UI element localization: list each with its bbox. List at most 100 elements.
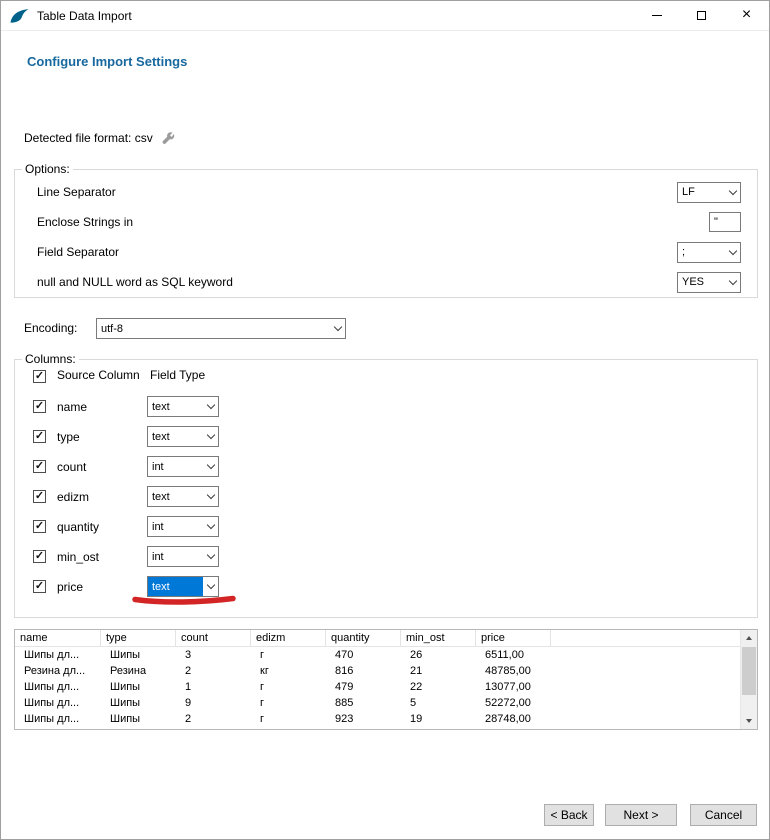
table-row: Шипы дл... Шипы 2 г 923 19 28748,00 xyxy=(15,711,757,727)
column-label: price xyxy=(57,572,83,602)
preview-cell: Шипы xyxy=(101,695,176,711)
checkmark-icon: ✓ xyxy=(35,431,44,442)
app-icon xyxy=(10,8,29,24)
preview-header-cell: name xyxy=(15,630,101,646)
line-separator-select[interactable]: LF xyxy=(677,182,741,203)
checkmark-icon: ✓ xyxy=(35,581,44,592)
checkmark-icon: ✓ xyxy=(35,401,44,412)
column-row-name: ✓ name text xyxy=(15,392,757,422)
checkmark-icon: ✓ xyxy=(35,551,44,562)
scroll-up-button[interactable] xyxy=(741,630,757,646)
preview-cell: 26 xyxy=(401,647,476,663)
column-row-quantity: ✓ quantity int xyxy=(15,512,757,542)
field-separator-row: Field Separator ; xyxy=(15,237,757,267)
preview-header-cell: quantity xyxy=(326,630,401,646)
column-label: quantity xyxy=(57,512,99,542)
next-button[interactable]: Next > xyxy=(605,804,677,826)
field-type-value: int xyxy=(148,517,203,536)
encoding-select[interactable]: utf-8 xyxy=(96,318,346,339)
close-button[interactable]: × xyxy=(724,1,769,30)
scroll-down-button[interactable] xyxy=(741,713,757,729)
field-type-select-quantity[interactable]: int xyxy=(147,516,219,537)
table-row: Шипы дл... Шипы 1 г 479 22 13077,00 xyxy=(15,679,757,695)
checkmark-icon: ✓ xyxy=(35,461,44,472)
line-separator-row: Line Separator LF xyxy=(15,177,757,207)
options-group: Options: Line Separator LF Enclose Strin… xyxy=(14,169,758,298)
null-keyword-row: null and NULL word as SQL keyword YES xyxy=(15,267,757,297)
column-label: min_ost xyxy=(57,542,99,572)
preview-cell: 3 xyxy=(176,647,251,663)
column-label: type xyxy=(57,422,80,452)
preview-cell: Шипы дл... xyxy=(15,647,101,663)
annotation-underline xyxy=(129,593,239,607)
minimize-icon xyxy=(652,15,662,16)
preview-cell: Шипы дл... xyxy=(15,711,101,727)
column-row-count: ✓ count int xyxy=(15,452,757,482)
preview-header-cell: edizm xyxy=(251,630,326,646)
field-separator-value: ; xyxy=(678,243,725,262)
preview-cell: 13077,00 xyxy=(476,679,551,695)
enclose-strings-input[interactable] xyxy=(709,212,741,232)
back-button[interactable]: < Back xyxy=(544,804,594,826)
null-keyword-label: null and NULL word as SQL keyword xyxy=(37,275,677,289)
preview-cell: Шипы xyxy=(101,679,176,695)
encoding-label: Encoding: xyxy=(24,318,96,339)
column-checkbox-quantity[interactable]: ✓ xyxy=(33,520,46,533)
preview-cell: 28748,00 xyxy=(476,711,551,727)
preview-cell: 2 xyxy=(176,663,251,679)
close-icon: × xyxy=(742,7,751,23)
chevron-down-icon xyxy=(203,397,218,416)
column-row-min-ost: ✓ min_ost int xyxy=(15,542,757,572)
preview-cell: 5 xyxy=(401,695,476,711)
enclose-strings-row: Enclose Strings in xyxy=(15,207,757,237)
line-separator-label: Line Separator xyxy=(37,185,677,199)
select-all-checkbox[interactable]: ✓ xyxy=(33,370,46,383)
field-type-select-count[interactable]: int xyxy=(147,456,219,477)
field-type-value: text xyxy=(148,397,203,416)
field-type-select-edizm[interactable]: text xyxy=(147,486,219,507)
wrench-icon[interactable] xyxy=(161,130,176,145)
column-checkbox-count[interactable]: ✓ xyxy=(33,460,46,473)
field-type-select-min-ost[interactable]: int xyxy=(147,546,219,567)
preview-cell: 21 xyxy=(401,663,476,679)
field-type-value: text xyxy=(148,487,203,506)
scrollbar-thumb[interactable] xyxy=(742,647,756,695)
preview-cell: 22 xyxy=(401,679,476,695)
maximize-button[interactable] xyxy=(679,1,724,30)
field-separator-select[interactable]: ; xyxy=(677,242,741,263)
preview-cell: 6511,00 xyxy=(476,647,551,663)
table-row: Шипы дл... Шипы 3 г 470 26 6511,00 xyxy=(15,647,757,663)
column-checkbox-type[interactable]: ✓ xyxy=(33,430,46,443)
chevron-down-icon xyxy=(203,487,218,506)
chevron-down-icon xyxy=(203,517,218,536)
chevron-down-icon xyxy=(725,243,740,262)
scrollbar[interactable] xyxy=(740,630,757,729)
cancel-button[interactable]: Cancel xyxy=(690,804,757,826)
chevron-down-icon xyxy=(725,273,740,292)
preview-cell: г xyxy=(251,695,326,711)
column-checkbox-min-ost[interactable]: ✓ xyxy=(33,550,46,563)
field-type-select-type[interactable]: text xyxy=(147,426,219,447)
minimize-button[interactable] xyxy=(634,1,679,30)
preview-header-filler xyxy=(551,630,757,646)
arrow-up-icon xyxy=(746,636,752,640)
chevron-down-icon xyxy=(725,183,740,202)
preview-cell: 923 xyxy=(326,711,401,727)
checkmark-icon: ✓ xyxy=(35,371,44,382)
table-data-import-window: Table Data Import × Configure Import Set… xyxy=(0,0,770,840)
chevron-down-icon xyxy=(203,457,218,476)
field-type-value: int xyxy=(148,457,203,476)
field-type-header: Field Type xyxy=(150,368,205,382)
column-checkbox-edizm[interactable]: ✓ xyxy=(33,490,46,503)
preview-cell: 479 xyxy=(326,679,401,695)
enclose-strings-label: Enclose Strings in xyxy=(37,215,709,229)
preview-header-cell: min_ost xyxy=(401,630,476,646)
arrow-down-icon xyxy=(746,719,752,723)
preview-cell: 1 xyxy=(176,679,251,695)
field-type-select-name[interactable]: text xyxy=(147,396,219,417)
columns-group: Columns: ✓ Source Column Field Type ✓ na… xyxy=(14,359,758,618)
column-checkbox-name[interactable]: ✓ xyxy=(33,400,46,413)
null-keyword-select[interactable]: YES xyxy=(677,272,741,293)
column-checkbox-price[interactable]: ✓ xyxy=(33,580,46,593)
preview-cell: Резина дл... xyxy=(15,663,101,679)
